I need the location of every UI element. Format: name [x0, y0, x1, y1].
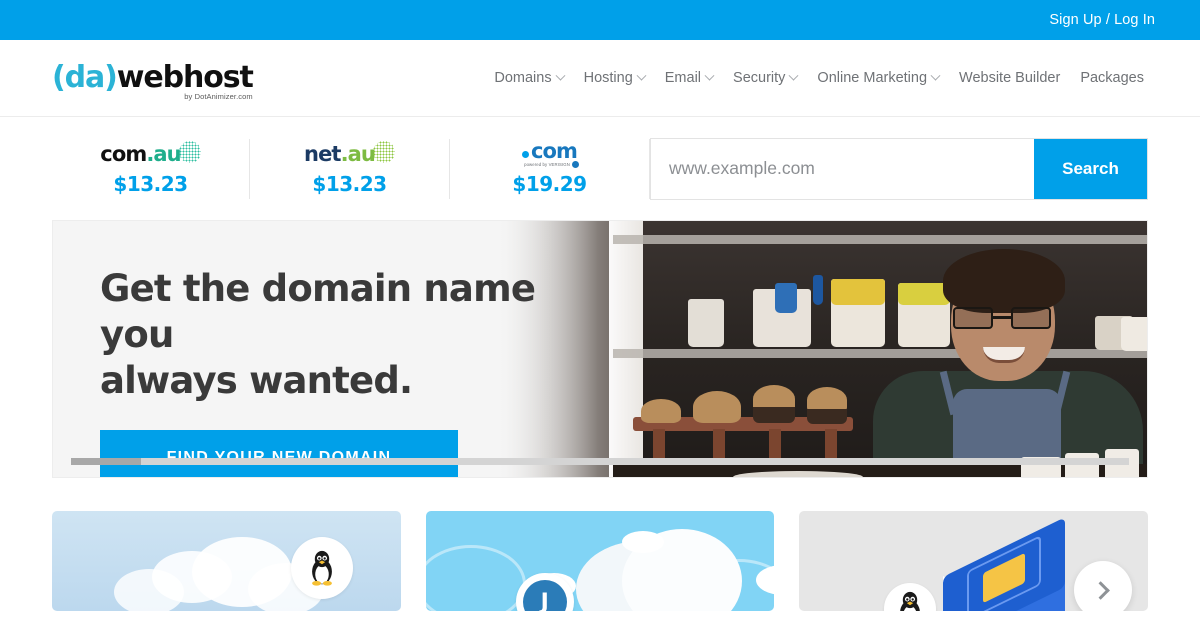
- chevron-down-icon: [788, 70, 799, 81]
- photo-plate: [733, 471, 863, 477]
- photo-shelf-upper: [613, 235, 1147, 244]
- hero-banner: Get the domain name youalways wanted. FI…: [52, 220, 1148, 478]
- hero-title-line-1: Get the domain name you: [100, 267, 536, 356]
- dot-pattern-icon: [372, 141, 395, 163]
- logo-tagline: by DotAnimizer.com: [184, 92, 253, 101]
- glasses-bridge: [993, 316, 1011, 319]
- small-cloud-shape: [621, 531, 664, 553]
- com-au-logo: com .au: [100, 141, 201, 168]
- cloud-hosting-card[interactable]: J: [425, 511, 775, 611]
- tld-name-primary: com: [530, 139, 578, 163]
- nav-item-security[interactable]: Security: [723, 70, 807, 86]
- linux-penguin-svg: [312, 550, 332, 586]
- linux-hosting-card[interactable]: [52, 511, 401, 611]
- vps-server-card[interactable]: [799, 511, 1149, 611]
- domain-search-box: Search: [650, 137, 1148, 200]
- nav-label: Email: [664, 70, 702, 86]
- top-utility-bar: Sign Up / Log In: [0, 0, 1200, 40]
- nav-label: Hosting: [583, 70, 633, 86]
- com-dot-icon: [521, 151, 529, 158]
- verisign-attribution: powered by VERISIGN: [524, 161, 579, 168]
- photo-shelf-lower: [613, 349, 1147, 358]
- linux-penguin-svg: [900, 591, 921, 611]
- nav-label: Security: [733, 70, 786, 86]
- domain-price-search-strip: com .au $13.23 net .au $13.23 com powere…: [0, 117, 1200, 220]
- nav-item-online-marketing[interactable]: Online Marketing: [807, 70, 949, 86]
- nav-item-domains[interactable]: Domains: [484, 70, 573, 86]
- tld-name-primary: net: [304, 142, 341, 166]
- chevron-down-icon: [555, 70, 566, 81]
- photo-cup: [1065, 453, 1099, 477]
- tld-price-list: com .au $13.23 net .au $13.23 com powere…: [52, 138, 650, 199]
- hero-section-wrapper: Get the domain name youalways wanted. FI…: [0, 220, 1200, 478]
- product-cards-carousel: J: [0, 478, 1200, 611]
- tld-price-net-au[interactable]: net .au $13.23: [250, 138, 450, 199]
- tld-price-com[interactable]: com powered by VERISIGN $19.29: [450, 138, 650, 199]
- domain-search-button[interactable]: Search: [1034, 138, 1147, 199]
- joomla-glyph: J: [522, 580, 567, 611]
- net-au-logo: net .au: [304, 141, 395, 168]
- tld-name-suffix: .au: [146, 142, 181, 166]
- photo-muffin-case: [753, 407, 795, 423]
- verisign-text: powered by VERISIGN: [524, 162, 570, 167]
- carousel-next-button[interactable]: [1074, 561, 1133, 611]
- nav-label: Packages: [1080, 70, 1144, 86]
- chevron-right-icon: [1090, 580, 1110, 600]
- tld-name-suffix: .au: [340, 142, 376, 166]
- hero-title: Get the domain name you always wanted.: [100, 266, 590, 404]
- chevron-down-icon: [636, 70, 647, 81]
- nav-item-hosting[interactable]: Hosting: [574, 70, 655, 86]
- glasses-lens-left: [953, 307, 993, 329]
- nav-label: Domains: [494, 70, 552, 86]
- main-navigation: Domains Hosting Email Security Online Ma…: [484, 70, 1144, 86]
- hero-scrollbar-track[interactable]: [71, 458, 1129, 465]
- server-illustration-icon: [943, 517, 1066, 611]
- logo-da-part: (da): [52, 60, 118, 95]
- chevron-down-icon: [704, 70, 715, 81]
- com-verisign-mark: com powered by VERISIGN: [520, 141, 579, 168]
- tld-name-primary: com: [100, 142, 147, 166]
- chevron-down-icon: [930, 70, 941, 81]
- hero-scrollbar-thumb[interactable]: [71, 458, 141, 465]
- tld-price-value: $13.23: [113, 171, 188, 196]
- photo-person-hair: [943, 249, 1065, 313]
- tld-price-value: $19.29: [512, 171, 587, 196]
- photo-muffin: [693, 391, 741, 423]
- photo-cup: [1147, 453, 1148, 478]
- photo-muffin-case: [807, 409, 847, 424]
- photo-mug: [775, 283, 797, 313]
- photo-mug: [1121, 317, 1147, 351]
- nav-label: Website Builder: [959, 70, 1061, 86]
- tld-price-value: $13.23: [312, 171, 387, 196]
- linux-penguin-icon: [884, 583, 937, 611]
- hero-content: Get the domain name youalways wanted. FI…: [53, 221, 598, 477]
- photo-person-glasses: [953, 307, 1051, 329]
- signup-login-link[interactable]: Sign Up / Log In: [1049, 12, 1155, 28]
- site-logo[interactable]: (da)webhost by DotAnimizer.com: [52, 60, 254, 101]
- dot-pattern-icon: [178, 141, 201, 163]
- logo-wordmark: (da)webhost: [52, 60, 254, 95]
- photo-mug: [831, 279, 885, 305]
- nav-item-website-builder[interactable]: Website Builder: [949, 70, 1070, 86]
- find-new-domain-button[interactable]: FIND YOUR NEW DOMAIN: [100, 429, 458, 477]
- photo-muffin: [641, 399, 681, 423]
- cloud-outline-shape: [425, 545, 526, 611]
- site-header: (da)webhost by DotAnimizer.com Domains H…: [0, 40, 1200, 117]
- nav-item-email[interactable]: Email: [655, 70, 723, 86]
- photo-mug: [813, 275, 823, 305]
- photo-mug: [688, 299, 724, 347]
- com-top-row: com: [521, 139, 578, 163]
- com-logo: com powered by VERISIGN: [520, 141, 579, 168]
- domain-search-input[interactable]: [651, 138, 1034, 199]
- tld-price-com-au[interactable]: com .au $13.23: [52, 138, 250, 199]
- logo-webhost-part: webhost: [116, 60, 254, 95]
- linux-penguin-icon: [291, 537, 353, 599]
- verisign-badge-icon: [571, 161, 579, 168]
- hero-title-line-2: always wanted.: [100, 358, 413, 402]
- glasses-lens-right: [1011, 307, 1051, 329]
- nav-item-packages[interactable]: Packages: [1070, 70, 1144, 86]
- nav-label: Online Marketing: [817, 70, 928, 86]
